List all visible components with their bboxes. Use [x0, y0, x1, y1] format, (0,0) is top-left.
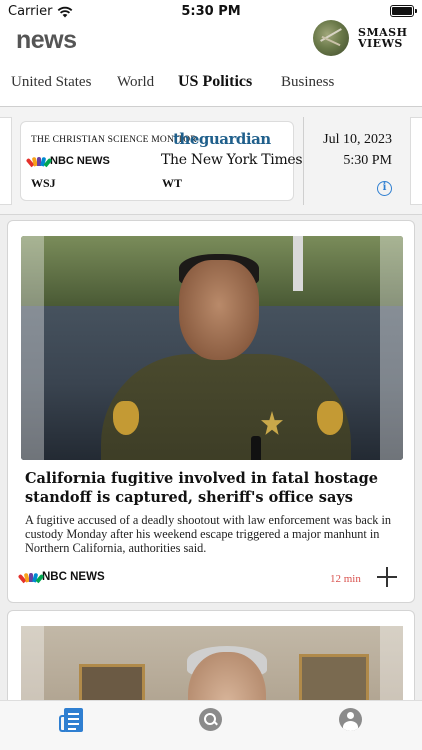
source-logo-guardian: theguardian: [173, 130, 271, 148]
bottom-tab-bar: [0, 700, 422, 750]
article-image[interactable]: [21, 236, 403, 460]
tab-business[interactable]: Business: [281, 74, 334, 91]
date-time-display: Jul 10, 2023 5:30 PM: [306, 129, 410, 171]
app-title: news: [16, 26, 77, 54]
carousel-edge-left: [0, 117, 12, 205]
sources-panel: THE CHRISTIAN SCIENCE MONITOR theguardia…: [0, 107, 422, 215]
article-source-label: NBC NEWS: [42, 571, 105, 583]
add-icon[interactable]: [376, 566, 398, 588]
article-card[interactable]: [7, 610, 415, 700]
nbc-label: NBC NEWS: [50, 155, 110, 167]
article-headline[interactable]: California fugitive involved in fatal ho…: [25, 469, 385, 507]
category-tabs: United States World US Politics Business: [0, 70, 422, 96]
read-time: 12 min: [330, 573, 361, 585]
profile-icon[interactable]: [339, 708, 362, 731]
article-source: NBC NEWS: [17, 571, 105, 584]
article-summary: A fugitive accused of a deadly shootout …: [25, 513, 392, 555]
nbc-peacock-icon: [25, 156, 53, 168]
article-image[interactable]: [21, 626, 403, 700]
source-logos-card[interactable]: THE CHRISTIAN SCIENCE MONITOR theguardia…: [20, 121, 303, 201]
source-logo-nbc: NBC NEWS: [25, 155, 110, 168]
brand-wordmark: SMASH VIEWS: [358, 27, 408, 49]
article-card[interactable]: California fugitive involved in fatal ho…: [7, 220, 415, 603]
divider: [303, 117, 304, 205]
brand-line-2: VIEWS: [358, 37, 403, 50]
source-logo-nyt: The New York Times: [161, 152, 303, 168]
publisher-logo-icon[interactable]: [313, 20, 349, 56]
tab-united-states[interactable]: United States: [11, 74, 91, 91]
info-icon[interactable]: i: [377, 181, 392, 196]
tab-world[interactable]: World: [117, 74, 154, 91]
nbc-peacock-icon: [17, 572, 45, 584]
news-feed[interactable]: THE CHRISTIAN SCIENCE MONITOR theguardia…: [0, 106, 422, 700]
source-logo-csm: THE CHRISTIAN SCIENCE MONITOR: [31, 135, 197, 145]
status-bar: Carrier 5:30 PM: [0, 0, 422, 24]
search-icon[interactable]: [199, 708, 222, 731]
news-icon[interactable]: [59, 708, 83, 732]
battery-icon: [390, 5, 417, 17]
clock: 5:30 PM: [181, 4, 241, 19]
tab-us-politics[interactable]: US Politics: [178, 73, 252, 91]
current-time: 5:30 PM: [343, 153, 392, 168]
app-header: news SMASH VIEWS: [0, 20, 422, 66]
source-logo-wt: WT: [162, 176, 183, 190]
current-date: Jul 10, 2023: [323, 132, 392, 147]
carousel-edge-right: [410, 117, 422, 205]
source-logo-wsj: WSJ: [31, 176, 56, 190]
